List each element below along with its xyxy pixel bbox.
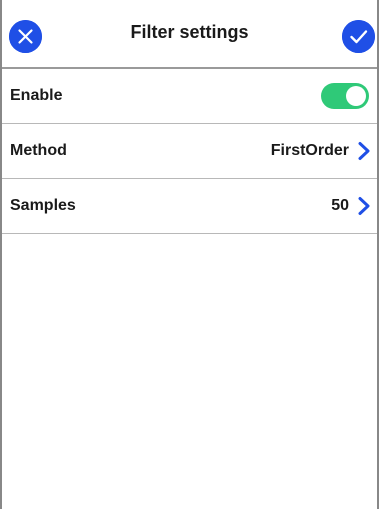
- samples-value: 50: [331, 197, 349, 214]
- method-label: Method: [10, 142, 67, 159]
- close-icon: [9, 20, 42, 53]
- enable-row[interactable]: Enable: [2, 69, 377, 124]
- toggle-knob: [346, 86, 366, 106]
- header-bar: Filter settings: [2, 0, 377, 69]
- chevron-right-icon: [357, 196, 371, 216]
- method-value: FirstOrder: [270, 142, 349, 159]
- close-button[interactable]: [9, 20, 42, 53]
- samples-label: Samples: [10, 197, 76, 214]
- enable-toggle[interactable]: [321, 83, 369, 109]
- samples-row[interactable]: Samples 50: [2, 179, 377, 234]
- confirm-button[interactable]: [342, 20, 375, 53]
- chevron-right-icon: [357, 141, 371, 161]
- enable-label: Enable: [10, 87, 63, 104]
- page-title: Filter settings: [130, 22, 249, 42]
- checkmark-icon: [342, 20, 375, 53]
- method-row[interactable]: Method FirstOrder: [2, 124, 377, 179]
- filter-settings-screen: Filter settings Enable Method FirstOrder…: [0, 0, 379, 509]
